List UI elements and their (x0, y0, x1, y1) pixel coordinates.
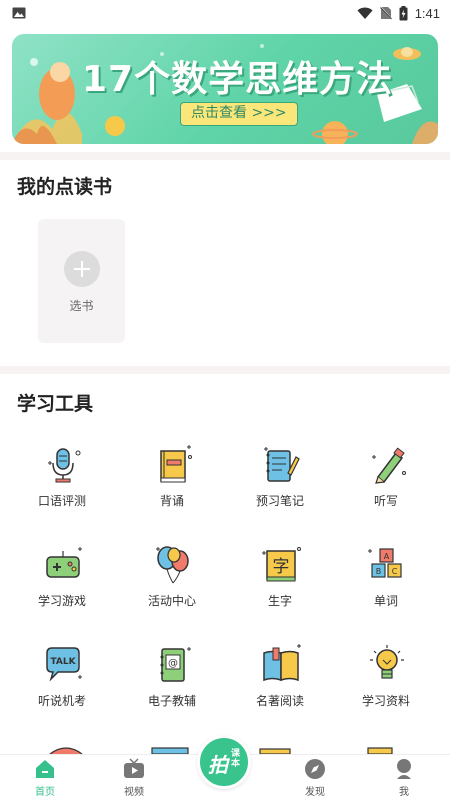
add-book-button[interactable]: 选书 (38, 219, 125, 343)
character-card-icon: 字 (262, 547, 301, 582)
tool-listening-speaking-exam[interactable]: TALK 听说机考 (6, 637, 118, 717)
tool-label: 听说机考 (37, 694, 86, 708)
wifi-icon (357, 7, 373, 19)
svg-text:C: C (392, 567, 398, 576)
lightbulb-icon (370, 645, 404, 679)
tool-label: 生字 (267, 594, 292, 608)
section-divider (0, 152, 450, 160)
tool-recite[interactable]: 背诵 (116, 437, 228, 517)
tool-words[interactable]: A B C 单词 (330, 537, 442, 617)
image-icon (12, 7, 26, 19)
battery-charging-icon (399, 5, 408, 20)
home-icon (36, 760, 54, 778)
nav-me[interactable]: 我 (374, 758, 434, 800)
notebook-icon (264, 447, 300, 482)
tool-label: 电子教辅 (147, 694, 196, 708)
book-icon (160, 445, 192, 483)
svg-text:B: B (376, 567, 382, 576)
svg-text:TALK: TALK (50, 657, 76, 667)
banner-title: 17个数学思维方法 (82, 59, 394, 100)
status-time: 1:41 (414, 5, 440, 21)
partial-icon (367, 747, 393, 754)
tool-label: 学习资料 (361, 694, 410, 708)
scan-textbook-button[interactable]: 拍 课本 (197, 735, 251, 789)
tools-title: 学习工具 (17, 393, 94, 415)
no-sim-icon (379, 6, 392, 20)
bottom-nav: 首页 视频 拍 课本 发现 我 (0, 735, 450, 800)
add-book-label: 选书 (69, 299, 94, 313)
tool-label: 口语评测 (37, 494, 86, 508)
microphone-icon (48, 448, 81, 483)
svg-text:A: A (384, 552, 390, 561)
tool-dictation[interactable]: 听写 (330, 437, 442, 517)
tool-label: 活动中心 (147, 594, 196, 608)
scan-main-label: 拍 (208, 753, 228, 777)
tool-label: 背诵 (159, 494, 184, 508)
nav-home[interactable]: 首页 (15, 758, 75, 800)
nav-discover[interactable]: 发现 (285, 758, 345, 800)
tool-e-tutoring[interactable]: @ 电子教辅 (116, 637, 228, 717)
nav-label: 发现 (305, 787, 325, 798)
tool-study-materials[interactable]: 学习资料 (330, 637, 442, 717)
section-divider (0, 366, 450, 374)
tool-new-characters[interactable]: 字 生字 (224, 537, 336, 617)
compass-icon (305, 759, 325, 779)
tool-label: 预习笔记 (255, 494, 304, 508)
ebook-icon: @ (160, 647, 191, 682)
nav-video[interactable]: 视频 (104, 758, 164, 800)
tool-preview-notes[interactable]: 预习笔记 (224, 437, 336, 517)
tool-activity-center[interactable]: 活动中心 (116, 537, 228, 617)
scan-sub-label: 课本 (231, 749, 241, 769)
tool-learning-games[interactable]: 学习游戏 (6, 537, 118, 617)
tool-classics-reading[interactable]: 名著阅读 (224, 637, 336, 717)
balloons-icon (156, 546, 189, 584)
nav-label: 我 (399, 787, 409, 798)
promo-banner[interactable]: 17个数学思维方法 点击查看 >>> (12, 34, 438, 144)
partial-icon (259, 748, 291, 754)
tool-label: 听写 (373, 494, 398, 508)
user-icon (397, 759, 411, 779)
tool-label: 单词 (373, 594, 398, 608)
nav-label: 视频 (124, 787, 144, 798)
banner-cta-button[interactable]: 点击查看 >>> (180, 102, 298, 126)
svg-text:字: 字 (273, 557, 290, 577)
partial-icon (151, 747, 189, 754)
talk-bubble-icon: TALK (46, 647, 82, 682)
my-books-title: 我的点读书 (17, 176, 113, 198)
partial-icon (49, 747, 83, 754)
tool-label: 学习游戏 (37, 594, 86, 608)
pencil-icon (372, 447, 406, 484)
plus-icon (64, 251, 100, 287)
status-bar: 1:41 (0, 0, 450, 26)
tv-icon (124, 758, 144, 778)
letter-blocks-icon: A B C (368, 548, 402, 578)
tool-label: 名著阅读 (255, 694, 304, 708)
open-book-icon (263, 644, 301, 682)
gamepad-icon (46, 547, 82, 578)
tool-oral-assessment[interactable]: 口语评测 (6, 437, 118, 517)
nav-label: 首页 (35, 787, 55, 798)
svg-text:@: @ (168, 658, 178, 669)
